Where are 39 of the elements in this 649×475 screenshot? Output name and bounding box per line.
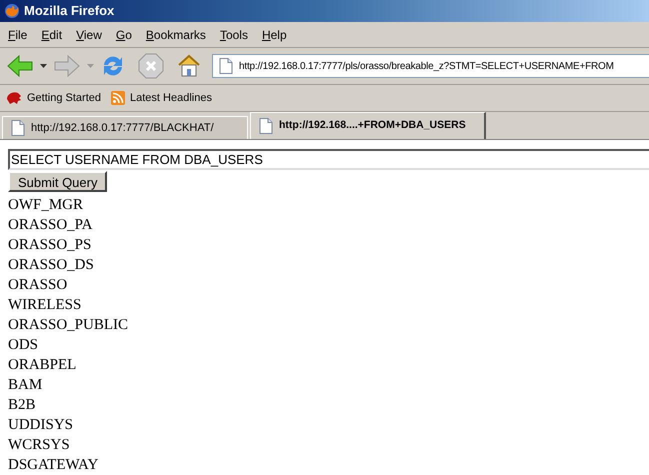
menu-item[interactable]: File xyxy=(4,26,32,44)
menu-item[interactable]: Tools xyxy=(216,26,252,44)
result-row-text: ORASSO_PUBLIC xyxy=(8,316,130,335)
browser-logo-icon xyxy=(4,3,20,19)
feed-icon xyxy=(111,91,125,105)
result-row-text: WIRELESS xyxy=(8,296,82,315)
submit-query-button[interactable]: Submit Query xyxy=(8,171,108,192)
page-icon xyxy=(259,118,273,134)
stop-icon[interactable] xyxy=(138,53,164,79)
result-row-text: ORABPEL xyxy=(8,356,78,375)
result-row-text: UDDISYS xyxy=(8,416,74,435)
bookmark-item[interactable]: Latest Headlines xyxy=(111,90,212,106)
result-row-text: OWF_MGR xyxy=(8,196,84,215)
page-icon xyxy=(11,120,25,136)
result-row-text: ODS xyxy=(8,336,40,355)
address-bar[interactable]: http://192.168.0.17:7777/pls/orasso/breakable_z?STMT=SELECT+USERNAME+FROM xyxy=(212,54,649,78)
dropdown-caret-icon[interactable] xyxy=(40,64,47,68)
menu-item[interactable]: Go xyxy=(112,26,136,44)
back-arrow-icon[interactable] xyxy=(6,54,34,78)
menu-item[interactable]: Edit xyxy=(37,26,66,44)
result-row-text: ORASSO_PA xyxy=(8,216,94,235)
browser-tab[interactable]: http://192.168....+FROM+DBA_USERS xyxy=(250,112,486,139)
result-row-text: ORASSO xyxy=(8,276,68,295)
result-row-text: BAM xyxy=(8,376,44,395)
result-row-text: DSGATEWAY xyxy=(8,456,100,475)
window-title: Mozilla Firefox xyxy=(24,2,114,20)
bookmark-item[interactable]: Getting Started xyxy=(6,90,101,106)
menu-item[interactable]: Help xyxy=(258,26,291,44)
forward-arrow-icon[interactable] xyxy=(53,54,81,78)
menu-item[interactable]: View xyxy=(72,26,106,44)
browser-tab[interactable]: http://192.168.0.17:7777/BLACKHAT/ xyxy=(2,116,248,139)
result-row-text: ORASSO_PS xyxy=(8,236,92,255)
query-field[interactable]: SELECT USERNAME FROM DBA_USERS xyxy=(8,149,649,170)
menu-item[interactable]: Bookmarks xyxy=(142,26,210,44)
result-row-text: WCRSYS xyxy=(8,436,71,455)
result-row-text: ORASSO_DS xyxy=(8,256,95,275)
page-icon xyxy=(219,58,233,74)
home-icon[interactable] xyxy=(176,53,202,79)
result-row-text: B2B xyxy=(8,396,37,415)
